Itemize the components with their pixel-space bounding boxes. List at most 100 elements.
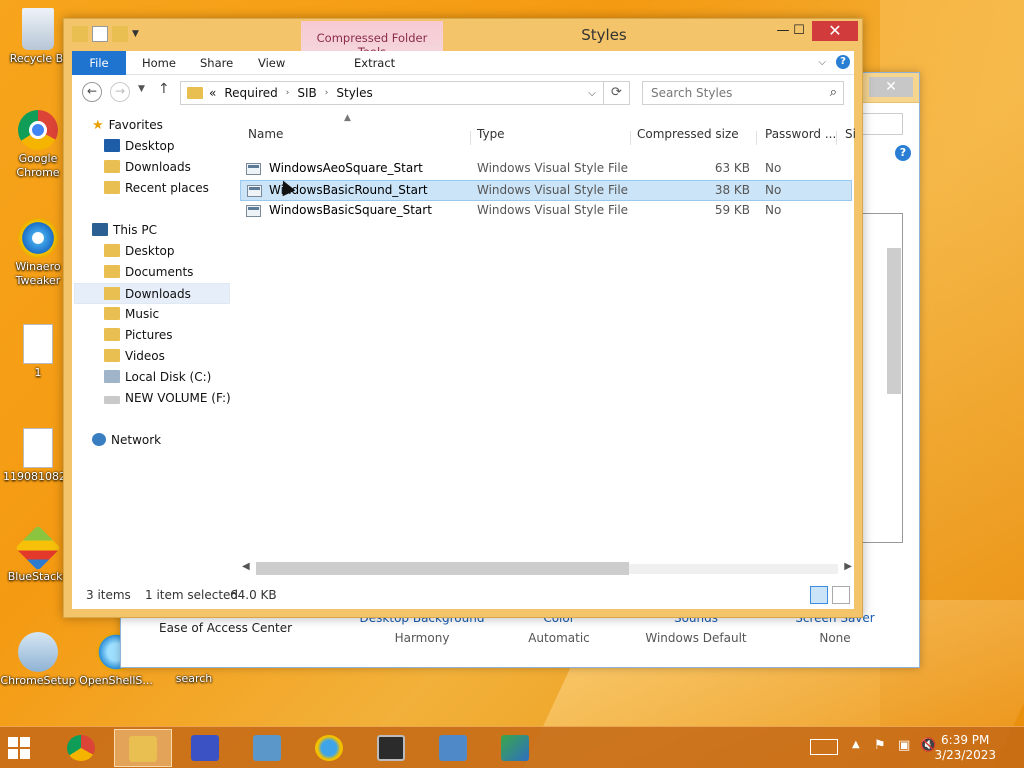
horizontal-scrollbar[interactable]: ◀ ▶ <box>240 560 854 577</box>
network-icon[interactable]: ▣ <box>898 738 910 768</box>
clock[interactable]: 6:39 PM 3/23/2023 <box>934 733 996 763</box>
search-input[interactable]: Search Styles ⌕ <box>642 81 844 105</box>
details-view-button[interactable] <box>810 586 828 604</box>
search-icon[interactable]: ⌕ <box>830 85 837 100</box>
help-icon[interactable]: ? <box>836 55 850 69</box>
sounds-value: Windows Default <box>645 631 747 645</box>
refresh-button[interactable]: ⟳ <box>604 81 630 105</box>
file-name: WindowsAeoSquare_Start <box>269 161 423 175</box>
selection-size: 64.0 KB <box>230 588 277 602</box>
gear-icon <box>191 735 219 761</box>
column-separator[interactable] <box>756 131 757 145</box>
nav-pc-documents[interactable]: Documents <box>104 262 193 283</box>
downloads-icon <box>104 160 120 173</box>
file-row[interactable]: WindowsAeoSquare_Start Windows Visual St… <box>240 159 852 180</box>
breadcrumb-required[interactable]: Required <box>224 86 277 100</box>
up-button[interactable]: ↑ <box>158 81 170 97</box>
tab-file[interactable]: File <box>72 51 126 75</box>
explorer-window: ▼ Compressed Folder Tools Styles — ☐ ✕ F… <box>63 18 863 618</box>
column-header-size[interactable]: Si <box>845 127 856 151</box>
chevron-right-icon[interactable]: › <box>286 88 290 98</box>
taskbar-winaero[interactable] <box>300 729 358 767</box>
chevron-down-icon[interactable]: ▼ <box>132 26 142 42</box>
nav-this-pc[interactable]: This PC <box>92 220 157 241</box>
nav-pc-new-volume[interactable]: NEW VOLUME (F:) <box>104 388 231 409</box>
address-bar[interactable]: « Required › SIB › Styles ⌵ <box>180 81 604 105</box>
nav-pc-downloads[interactable]: Downloads <box>74 283 230 304</box>
nav-pc-pictures[interactable]: Pictures <box>104 325 173 346</box>
control-panel-close-button[interactable]: ✕ <box>869 77 913 97</box>
control-panel-theme-list[interactable] <box>857 213 903 543</box>
taskbar-settings[interactable] <box>176 729 234 767</box>
nav-network[interactable]: Network <box>92 430 161 451</box>
show-hidden-icons-icon[interactable]: ▲ <box>852 739 860 768</box>
recycle-bin-icon <box>22 8 54 50</box>
nav-fav-desktop[interactable]: Desktop <box>104 136 175 157</box>
scroll-right-icon[interactable]: ▶ <box>844 561 852 572</box>
column-separator[interactable] <box>836 131 837 145</box>
explorer-titlebar[interactable]: ▼ Compressed Folder Tools Styles — ☐ ✕ <box>64 19 862 71</box>
nav-pc-desktop[interactable]: Desktop <box>104 241 175 262</box>
nav-fav-recent[interactable]: Recent places <box>104 178 209 199</box>
tab-view[interactable]: View <box>246 51 297 75</box>
nav-pc-local-disk[interactable]: Local Disk (C:) <box>104 367 211 388</box>
new-folder-icon[interactable] <box>112 26 128 42</box>
file-type: Windows Visual Style File <box>477 161 629 175</box>
folder-icon <box>104 328 120 341</box>
desktop-icon-label: OpenShellS... <box>79 674 153 687</box>
column-header-name[interactable]: Name <box>248 127 283 151</box>
nav-pc-videos[interactable]: Videos <box>104 346 165 367</box>
properties-icon[interactable] <box>92 26 108 42</box>
taskbar-display[interactable] <box>424 729 482 767</box>
nav-fav-downloads[interactable]: Downloads <box>104 157 191 178</box>
taskbar-file-explorer[interactable] <box>114 729 172 767</box>
taskbar-personalization[interactable] <box>486 729 544 767</box>
column-separator[interactable] <box>630 131 631 145</box>
start-button[interactable] <box>8 737 30 759</box>
tab-share[interactable]: Share <box>188 51 245 75</box>
tab-extract[interactable]: Extract <box>342 51 407 75</box>
close-button[interactable]: ✕ <box>812 21 858 41</box>
forward-button[interactable]: → <box>110 82 130 102</box>
taskbar-task-manager[interactable] <box>362 729 420 767</box>
nav-label: Pictures <box>125 328 173 342</box>
bluestacks-icon <box>15 525 61 571</box>
ease-of-access-link[interactable]: Ease of Access Center <box>159 621 292 635</box>
scrollbar-thumb[interactable] <box>256 562 629 575</box>
scrollbar-thumb[interactable] <box>887 248 901 394</box>
taskbar-control-panel[interactable] <box>238 729 296 767</box>
flag-icon[interactable]: ⚑ <box>874 738 886 768</box>
recent-locations-icon[interactable]: ▼ <box>138 84 145 94</box>
file-row[interactable]: WindowsBasicSquare_Start Windows Visual … <box>240 201 852 222</box>
breadcrumb-overflow[interactable]: « <box>209 86 216 100</box>
maximize-button[interactable]: ☐ <box>784 21 814 41</box>
chevron-down-icon[interactable]: ⌵ <box>581 88 603 99</box>
file-row-selected[interactable]: WindowsBasicRound_Start Windows Visual S… <box>240 180 852 201</box>
scroll-left-icon[interactable]: ◀ <box>242 561 250 572</box>
expand-ribbon-icon[interactable]: ⌵ <box>818 57 826 68</box>
nav-pc-music[interactable]: Music <box>104 304 159 325</box>
back-button[interactable]: ← <box>82 82 102 102</box>
breadcrumb-sib[interactable]: SIB <box>297 86 316 100</box>
chevron-right-icon[interactable]: › <box>325 88 329 98</box>
desktop-icon-chromesetup[interactable]: ChromeSetup <box>0 632 76 688</box>
column-header-compressed-size[interactable]: Compressed size <box>637 127 739 151</box>
keyboard-icon[interactable] <box>810 739 838 755</box>
taskbar-chrome[interactable] <box>52 729 110 767</box>
nav-favorites[interactable]: ★ Favorites <box>92 115 163 136</box>
tab-home[interactable]: Home <box>130 51 188 75</box>
setup-icon <box>18 632 58 672</box>
file-password: No <box>765 183 782 197</box>
winaero-icon <box>18 218 58 258</box>
column-header-password[interactable]: Password ... <box>765 127 836 151</box>
document-icon <box>23 324 53 364</box>
nav-label: NEW VOLUME (F:) <box>125 391 231 405</box>
desktop-icon-search[interactable]: search <box>156 672 232 686</box>
large-icons-view-button[interactable] <box>832 586 850 604</box>
help-icon[interactable]: ? <box>895 145 911 161</box>
column-header-type[interactable]: Type <box>477 127 505 151</box>
folder-icon <box>187 87 203 99</box>
desktop-icon-label: Recycle Bi <box>9 52 67 65</box>
breadcrumb-styles[interactable]: Styles <box>336 86 372 100</box>
column-separator[interactable] <box>470 131 471 145</box>
